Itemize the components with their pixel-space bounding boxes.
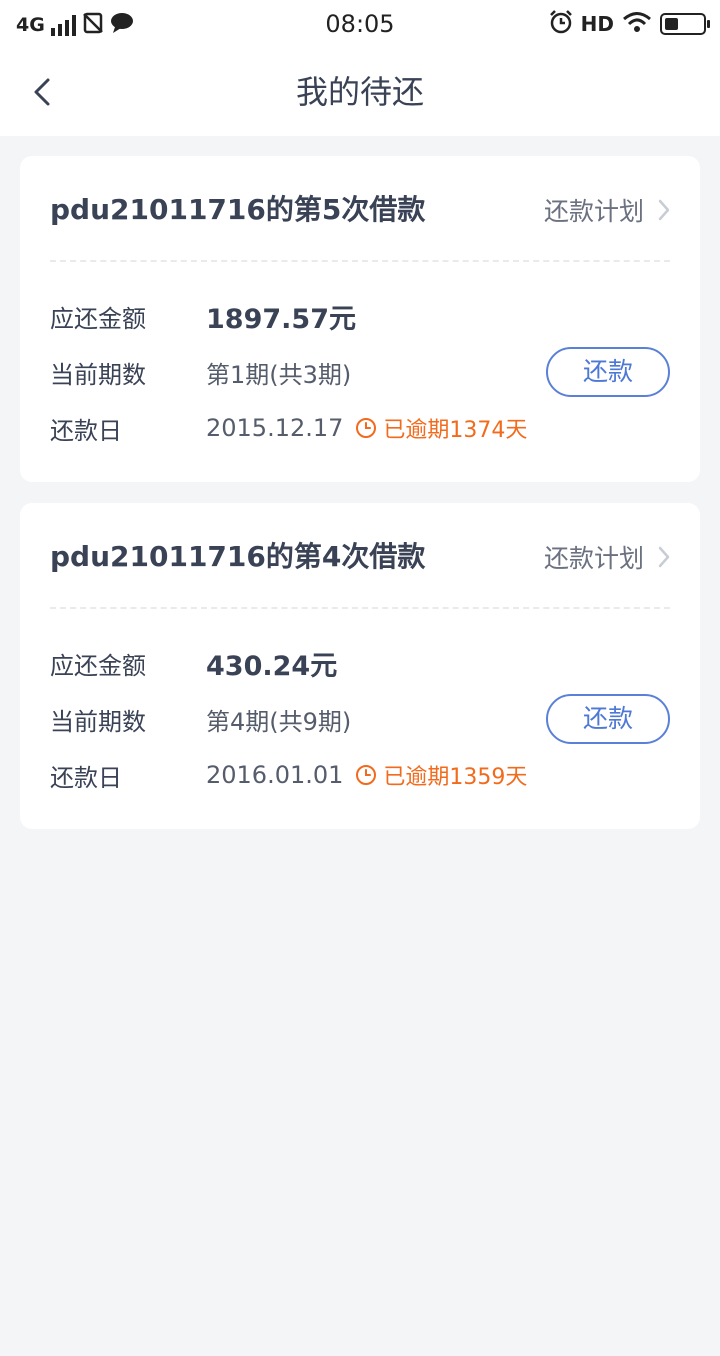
chevron-right-icon <box>658 199 670 221</box>
period-label: 当前期数 <box>50 707 146 736</box>
overdue-badge: 已逾期1374天 <box>355 412 527 444</box>
alarm-icon <box>549 10 573 38</box>
period-label: 当前期数 <box>50 360 146 389</box>
loan-card-header: pdu21011716的第4次借款 还款计划 <box>50 533 670 581</box>
wifi-icon <box>622 11 652 37</box>
clock-icon <box>356 418 377 438</box>
amount-label: 应还金额 <box>50 651 146 680</box>
period-value: 第1期(共3期) <box>206 360 352 389</box>
amount-row: 应还金额 430.24元 <box>50 643 337 683</box>
pay-button[interactable]: 还款 <box>546 347 670 397</box>
period-value: 第4期(共9期) <box>206 707 352 736</box>
page-title: 我的待还 <box>295 73 424 111</box>
period-row: 当前期数 第4期(共9期) <box>50 699 351 739</box>
battery-icon <box>660 13 710 35</box>
overdue-badge: 已逾期1359天 <box>355 759 527 791</box>
due-date-row: 还款日 2016.01.01 已逾期1359天 <box>50 755 527 795</box>
loan-card: pdu21011716的第4次借款 还款计划 应还金额 430.24元 当前期数… <box>20 503 700 829</box>
hd-indicator: HD <box>580 12 614 36</box>
pay-button[interactable]: 还款 <box>546 694 670 744</box>
amount-label: 应还金额 <box>50 304 146 333</box>
chevron-right-icon <box>658 546 670 568</box>
dashed-divider <box>50 607 670 609</box>
due-date-label: 还款日 <box>50 416 122 445</box>
loan-card-header: pdu21011716的第5次借款 还款计划 <box>50 186 670 234</box>
amount-row: 应还金额 1897.57元 <box>50 296 356 336</box>
dashed-divider <box>50 260 670 262</box>
overdue-text: 已逾期1374天 <box>383 418 528 443</box>
loan-title: pdu21011716的第5次借款 <box>50 193 426 226</box>
top-bar: 4G 08:05 HD 我的待还 <box>0 0 720 136</box>
clock-icon <box>356 765 377 785</box>
loan-title: pdu21011716的第4次借款 <box>50 540 426 573</box>
repayment-plan-label: 还款计划 <box>543 544 644 573</box>
amount-value: 1897.57元 <box>206 303 356 335</box>
due-date-value: 2016.01.01 <box>206 761 344 789</box>
battery-fill <box>665 18 678 30</box>
overdue-text: 已逾期1359天 <box>383 765 528 790</box>
loan-card: pdu21011716的第5次借款 还款计划 应还金额 1897.57元 当前期… <box>20 156 700 482</box>
repayment-plan-label: 还款计划 <box>543 197 644 226</box>
repayment-plan-link[interactable]: 还款计划 <box>544 533 670 581</box>
status-bar: 4G 08:05 HD <box>0 0 720 50</box>
due-date-value: 2015.12.17 <box>206 414 344 442</box>
period-row: 当前期数 第1期(共3期) <box>50 352 351 392</box>
due-date-row: 还款日 2015.12.17 已逾期1374天 <box>50 408 527 448</box>
due-date-label: 还款日 <box>50 763 122 792</box>
status-right: HD <box>549 9 710 39</box>
amount-value: 430.24元 <box>206 650 338 682</box>
repayment-plan-link[interactable]: 还款计划 <box>544 186 670 234</box>
nav-bar: 我的待还 <box>0 50 720 136</box>
